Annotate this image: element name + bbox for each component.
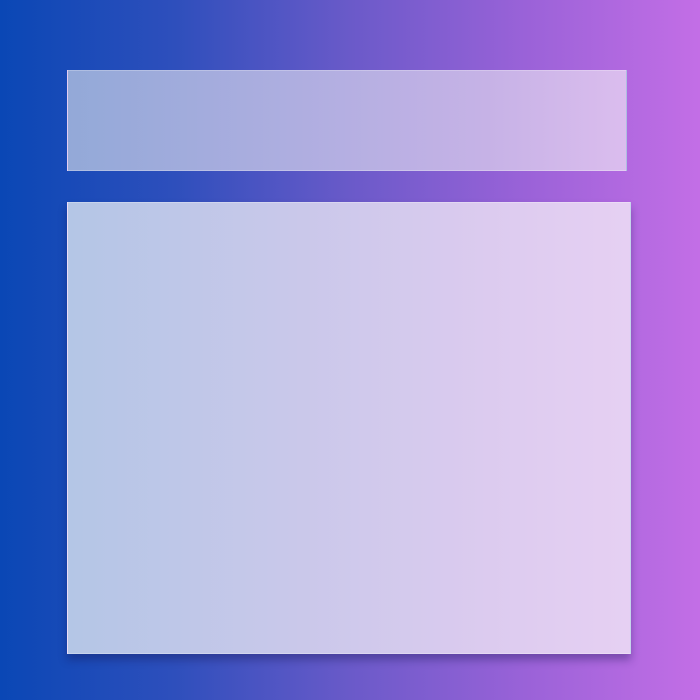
header-panel <box>67 70 627 171</box>
content-panel <box>67 202 631 654</box>
